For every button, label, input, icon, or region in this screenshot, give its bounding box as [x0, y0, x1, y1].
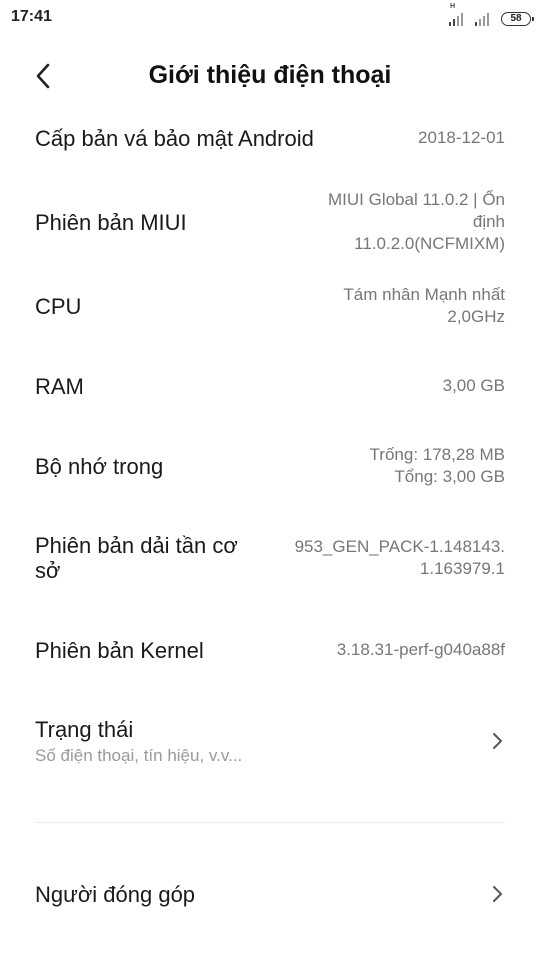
cpu-value: Tám nhân Mạnh nhất 2,0GHz: [343, 284, 505, 328]
storage-total: Tổng: 3,00 GB: [394, 467, 505, 486]
status-sublabel: Số điện thoại, tín hiệu, v.v...: [35, 745, 243, 765]
status-label: Trạng thái: [35, 716, 134, 742]
header: Giới thiệu điện thoại: [0, 44, 540, 110]
ram-value: 3,00 GB: [442, 376, 505, 395]
miui-version-line-2: định: [472, 212, 505, 231]
ram-label: RAM: [35, 373, 84, 399]
cpu-value-line-2: 2,0GHz: [447, 307, 505, 326]
storage-value: Trống: 178,28 MB Tổng: 3,00 GB: [370, 444, 505, 488]
kernel-row[interactable]: Phiên bản Kernel 3.18.31-perf-g040a88f: [35, 636, 505, 664]
storage-row[interactable]: Bộ nhớ trong Trống: 178,28 MB Tổng: 3,00…: [35, 444, 505, 488]
kernel-label: Phiên bản Kernel: [35, 637, 204, 663]
baseband-row[interactable]: Phiên bản dải tần cơ sở 953_GEN_PACK-1.1…: [35, 532, 505, 584]
page-title: Giới thiệu điện thoại: [148, 61, 392, 89]
signal-strength-icon: H: [449, 3, 469, 26]
chevron-right-icon: [493, 886, 502, 902]
security-patch-row[interactable]: Cấp bản vá bảo mật Android 2018-12-01: [35, 124, 505, 152]
cpu-label: CPU: [35, 293, 82, 319]
miui-version-label: Phiên bản MIUI: [35, 209, 187, 235]
miui-version-row[interactable]: Phiên bản MIUI MIUI Global 11.0.2 | Ổn đ…: [35, 188, 505, 256]
contributors-label: Người đóng góp: [35, 881, 196, 907]
baseband-value-line-1: 953_GEN_PACK-1.148143.: [294, 537, 505, 556]
battery-level: 58: [510, 13, 522, 24]
baseband-label: Phiên bản dải tần cơ sở: [35, 533, 238, 583]
cpu-row[interactable]: CPU Tám nhân Mạnh nhất 2,0GHz: [35, 284, 505, 328]
cpu-value-line-1: Tám nhân Mạnh nhất: [343, 285, 505, 304]
baseband-value: 953_GEN_PACK-1.148143. 1.163979.1: [295, 536, 505, 580]
ram-row[interactable]: RAM 3,00 GB: [35, 372, 505, 400]
miui-version-value: MIUI Global 11.0.2 | Ổn định 11.0.2.0(NC…: [328, 189, 505, 255]
contributors-row[interactable]: Người đóng góp: [35, 880, 505, 908]
battery-icon: 58: [501, 12, 534, 26]
signal-strength-icon-2: [475, 12, 495, 26]
security-patch-label: Cấp bản vá bảo mật Android: [35, 125, 314, 151]
status-text: Trạng thái Số điện thoại, tín hiệu, v.v.…: [35, 717, 242, 766]
miui-version-line-1: MIUI Global 11.0.2 | Ổn: [327, 190, 505, 209]
baseband-label-line-1: Phiên bản dải tần cơ: [35, 533, 238, 558]
status-time: 17:41: [11, 8, 52, 25]
status-bar: 17:41 H 58: [0, 0, 540, 36]
status-icons: H 58: [449, 3, 534, 26]
network-type-label: H: [450, 3, 456, 10]
status-row[interactable]: Trạng thái Số điện thoại, tín hiệu, v.v.…: [35, 712, 505, 770]
baseband-value-line-2: 1.163979.1: [419, 559, 505, 578]
divider: [35, 822, 505, 823]
security-patch-value: 2018-12-01: [418, 128, 505, 147]
storage-label: Bộ nhớ trong: [35, 453, 164, 479]
storage-free: Trống: 178,28 MB: [369, 445, 505, 464]
miui-version-line-3: 11.0.2.0(NCFMIXM): [354, 234, 505, 253]
baseband-label-line-2: sở: [35, 558, 61, 583]
kernel-value: 3.18.31-perf-g040a88f: [336, 640, 505, 659]
chevron-right-icon: [493, 733, 502, 749]
